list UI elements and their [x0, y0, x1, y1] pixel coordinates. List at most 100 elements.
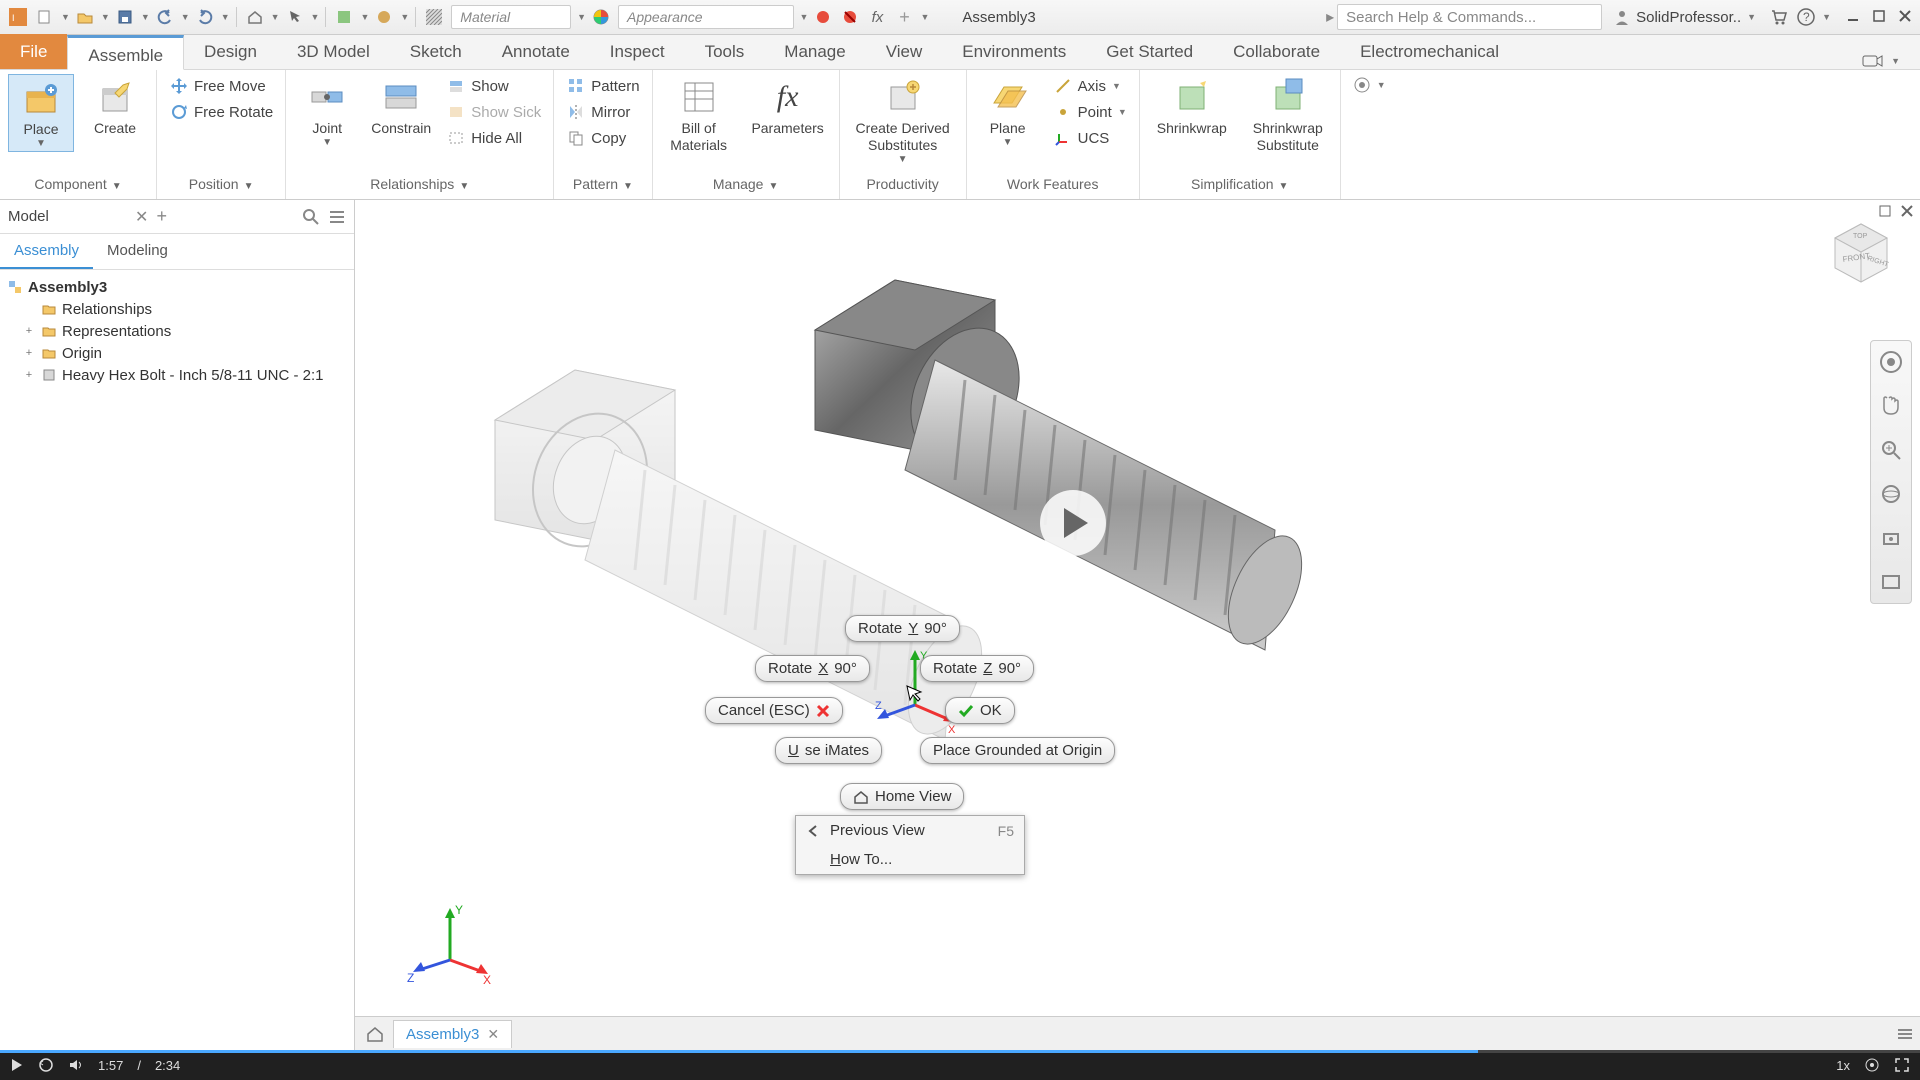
tab-assemble[interactable]: Assemble — [67, 35, 184, 70]
hatch-icon[interactable] — [422, 5, 446, 29]
place-grounded-button[interactable]: Place Grounded at Origin — [920, 737, 1115, 764]
file-tab[interactable]: File — [0, 34, 67, 69]
hamburger-icon[interactable] — [328, 208, 346, 226]
home-tab-button[interactable] — [361, 1020, 389, 1048]
new-icon[interactable] — [33, 5, 57, 29]
select-icon[interactable] — [283, 5, 307, 29]
viewport-restore-button[interactable] — [1878, 204, 1892, 218]
close-tab-button[interactable]: ✕ — [487, 1026, 499, 1043]
dropdown-arrow-icon[interactable]: ▼ — [271, 12, 280, 22]
tab-get-started[interactable]: Get Started — [1086, 34, 1213, 69]
pattern-button[interactable]: Pattern — [562, 74, 643, 98]
ok-button[interactable]: OK — [945, 697, 1015, 724]
hide-all-button[interactable]: Hide All — [442, 126, 545, 150]
expand-icon[interactable]: + — [22, 369, 36, 381]
browser-tab-modeling[interactable]: Modeling — [93, 234, 182, 269]
how-to-button[interactable]: How To... — [796, 845, 1024, 874]
volume-button[interactable] — [68, 1058, 84, 1072]
use-imates-button[interactable]: Use iMates — [775, 737, 882, 764]
look-at-button[interactable] — [1876, 523, 1906, 553]
plus-icon[interactable]: + — [892, 5, 916, 29]
show-button[interactable]: Show — [442, 74, 545, 98]
add-browser-tab-button[interactable]: + — [156, 206, 167, 227]
tab-tools[interactable]: Tools — [685, 34, 765, 69]
viewport-close-button[interactable] — [1900, 204, 1914, 218]
user-account[interactable]: SolidProfessor..▼ — [1613, 8, 1756, 26]
axis-button[interactable]: Axis ▼ — [1049, 74, 1131, 98]
dropdown-arrow-icon[interactable]: ▼ — [800, 12, 809, 22]
parameters-button[interactable]: fx Parameters — [745, 74, 831, 139]
tab-inspect[interactable]: Inspect — [590, 34, 685, 69]
rewind-button[interactable] — [38, 1058, 54, 1072]
maximize-button[interactable] — [1872, 9, 1888, 25]
dropdown-arrow-icon[interactable]: ▼ — [400, 12, 409, 22]
shrinkwrap-sub-button[interactable]: Shrinkwrap Substitute — [1244, 74, 1332, 156]
constrain-button[interactable]: Constrain — [368, 74, 434, 139]
tab-annotate[interactable]: Annotate — [482, 34, 590, 69]
search-icon[interactable] — [302, 208, 320, 226]
dropdown-arrow-icon[interactable]: ▼ — [577, 12, 586, 22]
tab-sketch[interactable]: Sketch — [390, 34, 482, 69]
playback-speed[interactable]: 1x — [1836, 1058, 1850, 1073]
copy-button[interactable]: Copy — [562, 126, 643, 150]
dropdown-arrow-icon[interactable]: ▼ — [920, 12, 929, 22]
material-combo[interactable]: Material — [451, 5, 571, 29]
tree-root[interactable]: Assembly3 — [0, 276, 354, 298]
minimize-button[interactable] — [1846, 9, 1862, 25]
rotate-x-button[interactable]: Rotate X 90° — [755, 655, 870, 682]
tree-node-representations[interactable]: + Representations — [0, 320, 354, 342]
place-button[interactable]: Place▼ — [8, 74, 74, 152]
document-tab[interactable]: Assembly3 ✕ — [393, 1020, 512, 1048]
home-icon[interactable] — [243, 5, 267, 29]
home-view-button[interactable]: Home View — [840, 783, 964, 810]
tab-environments[interactable]: Environments — [942, 34, 1086, 69]
tab-electromechanical[interactable]: Electromechanical — [1340, 34, 1519, 69]
previous-view-button[interactable]: Previous ViewF5 — [796, 816, 1024, 845]
dropdown-arrow-icon[interactable]: ▼ — [61, 12, 70, 22]
dropdown-arrow-icon[interactable]: ▼ — [311, 12, 320, 22]
material-lib-icon[interactable] — [332, 5, 356, 29]
mirror-button[interactable]: Mirror — [562, 100, 643, 124]
plane-button[interactable]: Plane▼ — [975, 74, 1041, 150]
free-move-button[interactable]: Free Move — [165, 74, 277, 98]
dropdown-arrow-icon[interactable]: ▼ — [181, 12, 190, 22]
tab-3d-model[interactable]: 3D Model — [277, 34, 390, 69]
progress-bar[interactable] — [0, 1050, 1478, 1053]
fx-icon[interactable]: fx — [865, 5, 889, 29]
point-button[interactable]: Point ▼ — [1049, 100, 1131, 124]
zoom-button[interactable] — [1876, 435, 1906, 465]
cancel-button[interactable]: Cancel (ESC) — [705, 697, 843, 724]
pan-button[interactable] — [1876, 391, 1906, 421]
open-icon[interactable] — [73, 5, 97, 29]
bom-button[interactable]: Bill of Materials — [661, 74, 737, 156]
close-button[interactable] — [1898, 9, 1914, 25]
clear-appearance-icon[interactable] — [838, 5, 862, 29]
dropdown-arrow-icon[interactable]: ▼ — [1822, 12, 1831, 22]
create-derived-button[interactable]: Create Derived Substitutes▼ — [848, 74, 958, 167]
nav-more-button[interactable] — [1876, 567, 1906, 597]
expand-icon[interactable]: + — [22, 347, 36, 359]
dropdown-arrow-icon[interactable]: ▼ — [360, 12, 369, 22]
doc-tabs-menu-button[interactable] — [1896, 1027, 1914, 1041]
color-picker-icon[interactable] — [811, 5, 835, 29]
tab-collaborate[interactable]: Collaborate — [1213, 34, 1340, 69]
close-browser-button[interactable]: ✕ — [135, 207, 148, 227]
dropdown-arrow-icon[interactable]: ▼ — [1891, 56, 1900, 66]
appearance-lib-icon[interactable] — [372, 5, 396, 29]
help-icon[interactable]: ? — [1794, 5, 1818, 29]
save-icon[interactable] — [113, 5, 137, 29]
orbit-button[interactable] — [1876, 479, 1906, 509]
shrinkwrap-button[interactable]: Shrinkwrap — [1148, 74, 1236, 139]
tree-node-origin[interactable]: + Origin — [0, 342, 354, 364]
play-button[interactable] — [1040, 490, 1106, 556]
redo-icon[interactable] — [193, 5, 217, 29]
rotate-z-button[interactable]: Rotate Z 90° — [920, 655, 1034, 682]
ucs-button[interactable]: UCS — [1049, 126, 1131, 150]
fullscreen-button[interactable] — [1894, 1057, 1910, 1073]
tab-design[interactable]: Design — [184, 34, 277, 69]
joint-button[interactable]: Joint▼ — [294, 74, 360, 150]
browser-tab-assembly[interactable]: Assembly — [0, 234, 93, 269]
3d-viewport[interactable]: Y X Z Rotate Y 90° Rotate X 90° Rotate Z… — [355, 200, 1920, 1050]
appearance-combo[interactable]: Appearance — [618, 5, 794, 29]
full-nav-wheel-button[interactable] — [1876, 347, 1906, 377]
